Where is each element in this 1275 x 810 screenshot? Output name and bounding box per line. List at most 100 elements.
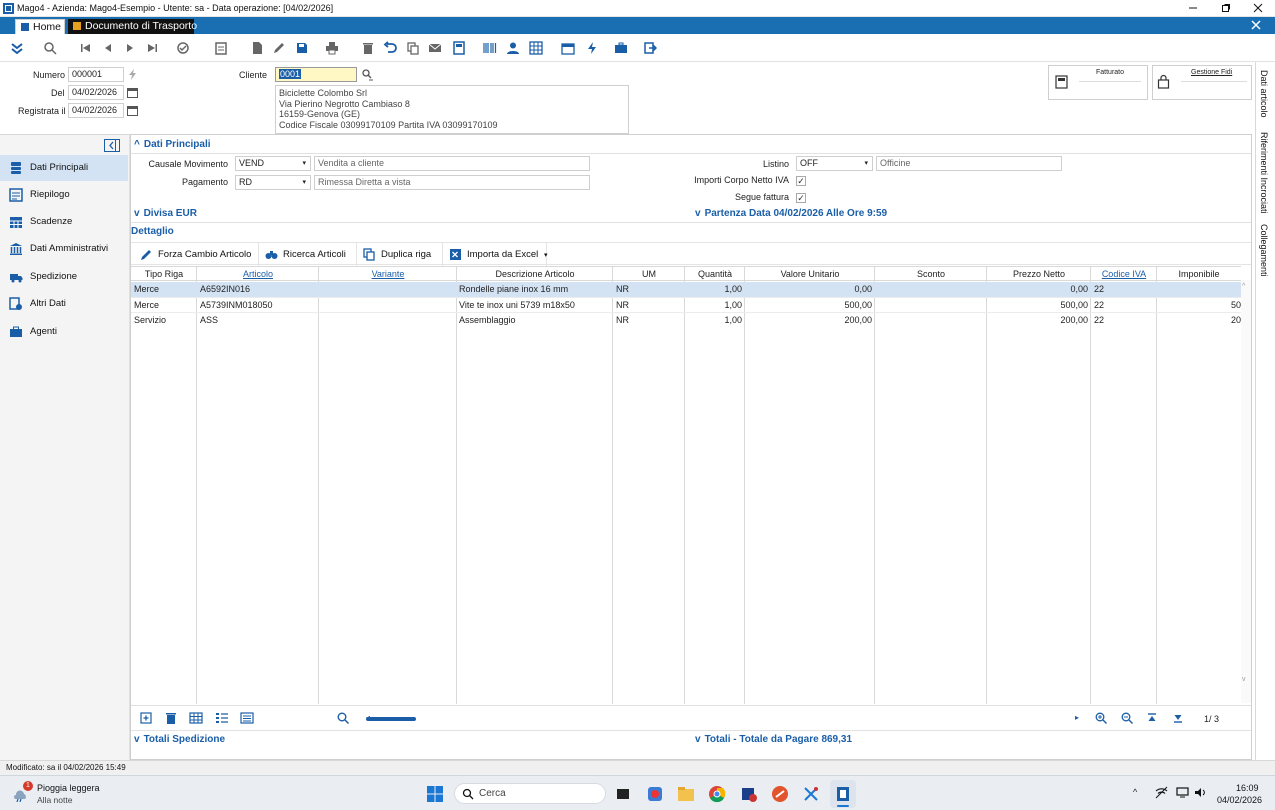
previous-record-icon[interactable]: [101, 41, 115, 55]
delete-row-icon[interactable]: [164, 711, 178, 725]
network-icon[interactable]: [1155, 786, 1168, 799]
column-header-codice-iva[interactable]: Codice IVA: [1091, 267, 1157, 281]
table-row[interactable]: Merce A5739INM018050 Vite te inox uni 57…: [131, 297, 1241, 312]
lightning-icon[interactable]: [585, 41, 599, 55]
column-header-prezzo-netto[interactable]: Prezzo Netto: [987, 267, 1091, 281]
save-icon[interactable]: [295, 41, 309, 55]
new-document-icon[interactable]: [250, 41, 264, 55]
close-icon[interactable]: [1253, 3, 1263, 13]
cliente-field[interactable]: 0001: [275, 67, 357, 82]
cliente-search-az-icon[interactable]: [361, 68, 374, 81]
numero-field[interactable]: 000001: [68, 67, 124, 82]
calculator-icon[interactable]: [452, 41, 466, 55]
grid-icon[interactable]: [529, 41, 543, 55]
sidebar-item-dati-amministrativi[interactable]: Dati Amministrativi: [0, 236, 128, 262]
dati-principali-section-header[interactable]: ^ Dati Principali: [134, 139, 211, 150]
horizontal-scroll-thumb[interactable]: [366, 717, 416, 721]
next-record-icon[interactable]: [123, 41, 137, 55]
sidebar-item-spedizione[interactable]: Spedizione: [0, 264, 128, 290]
grid-search-icon[interactable]: [336, 711, 350, 725]
scroll-down-icon[interactable]: v: [1242, 676, 1250, 684]
partenza-section-header[interactable]: v Partenza Data 04/02/2026 Alle Ore 9:59: [695, 208, 887, 219]
search-icon[interactable]: [43, 41, 57, 55]
collegamenti-tab[interactable]: Collegamenti: [1259, 224, 1269, 277]
sidebar-item-altri-dati[interactable]: Altri Dati: [0, 291, 128, 317]
fatturato-card[interactable]: Fatturato: [1048, 65, 1148, 100]
vertical-scrollbar[interactable]: ^ v: [1241, 280, 1251, 703]
last-page-icon[interactable]: [1171, 711, 1185, 725]
scroll-up-icon[interactable]: ^: [1242, 283, 1250, 291]
print-icon[interactable]: [325, 41, 339, 55]
totali-pagare-header[interactable]: v Totali - Totale da Pagare 869,31: [695, 734, 852, 745]
tab-documento-trasporto[interactable]: Documento di Trasporto: [68, 19, 197, 34]
clipboard-icon[interactable]: [214, 41, 228, 55]
zoom-in-icon[interactable]: [1094, 711, 1108, 725]
gestione-fidi-card[interactable]: Gestione Fidi: [1152, 65, 1252, 100]
calendar-icon[interactable]: [561, 41, 575, 55]
duplica-riga-button[interactable]: Duplica riga: [357, 243, 443, 266]
totali-spedizione-header[interactable]: v Totali Spedizione: [134, 734, 225, 745]
column-header-tipo-riga[interactable]: Tipo Riga: [131, 267, 197, 281]
detail-view-icon[interactable]: [240, 711, 254, 725]
registrata-calendar-icon[interactable]: [127, 105, 138, 116]
table-row[interactable]: Servizio ASS Assemblaggio NR 1,00 200,00…: [131, 312, 1241, 327]
first-record-icon[interactable]: [79, 41, 93, 55]
tools-icon[interactable]: [176, 41, 190, 55]
collapse-sidebar-icon[interactable]: [104, 139, 120, 152]
file-explorer-icon[interactable]: [677, 785, 695, 803]
column-header-um[interactable]: UM: [613, 267, 685, 281]
last-record-icon[interactable]: [145, 41, 159, 55]
windows-start-icon[interactable]: [426, 785, 444, 803]
column-header-valore-unitario[interactable]: Valore Unitario: [745, 267, 875, 281]
delete-icon[interactable]: [361, 41, 375, 55]
tab-home[interactable]: Home: [15, 19, 65, 34]
display-icon[interactable]: [1176, 786, 1189, 799]
task-view-icon[interactable]: [614, 785, 632, 803]
chrome-icon[interactable]: [708, 785, 726, 803]
collapse-menu-icon[interactable]: [10, 41, 24, 55]
registrata-date-field[interactable]: 04/02/2026: [68, 103, 124, 118]
taskbar-search-box[interactable]: Cerca: [454, 783, 606, 804]
mago4-taskbar-button[interactable]: [830, 780, 856, 808]
sidebar-item-dati-principali[interactable]: Dati Principali: [0, 155, 128, 181]
importa-da-excel-button[interactable]: Importa da Excel ▾: [443, 243, 547, 266]
first-page-icon[interactable]: [1145, 711, 1159, 725]
taskbar-sync-icon[interactable]: [771, 785, 789, 803]
pagamento-select[interactable]: RD ▾: [235, 175, 311, 190]
riferimenti-incrociati-tab[interactable]: Riferimenti Incrociati: [1259, 132, 1269, 214]
table-row[interactable]: Merce A6592IN016 Rondelle piane inox 16 …: [131, 282, 1241, 297]
column-header-articolo[interactable]: Articolo: [197, 267, 319, 281]
maximize-icon[interactable]: [1221, 3, 1231, 13]
dati-articolo-tab[interactable]: Dati articolo: [1259, 70, 1269, 118]
forza-cambio-articolo-button[interactable]: Forza Cambio Articolo: [134, 243, 259, 266]
tabbar-close-icon[interactable]: [1251, 20, 1261, 30]
user-icon[interactable]: [506, 41, 520, 55]
volume-icon[interactable]: [1194, 786, 1207, 799]
listino-select[interactable]: OFF ▾: [796, 156, 873, 171]
barcode-icon[interactable]: [483, 41, 497, 55]
sidebar-item-agenti[interactable]: Agenti: [0, 319, 128, 345]
taskbar-snip-icon[interactable]: [802, 785, 820, 803]
causale-select[interactable]: VEND ▾: [235, 156, 311, 171]
column-header-descrizione[interactable]: Descrizione Articolo: [457, 267, 613, 281]
scroll-right-icon[interactable]: ▸: [1075, 713, 1083, 723]
edit-icon[interactable]: [272, 41, 286, 55]
column-header-variante[interactable]: Variante: [319, 267, 457, 281]
add-row-icon[interactable]: [139, 711, 153, 725]
scroll-left-icon[interactable]: ◂: [366, 713, 372, 723]
divisa-section-header[interactable]: v Divisa EUR: [134, 208, 197, 219]
column-header-imponibile[interactable]: Imponibile: [1157, 267, 1241, 281]
zoom-out-icon[interactable]: [1120, 711, 1134, 725]
table-view-icon[interactable]: [189, 711, 203, 725]
column-header-sconto[interactable]: Sconto: [875, 267, 987, 281]
exit-icon[interactable]: [643, 41, 657, 55]
minimize-icon[interactable]: [1188, 3, 1198, 13]
taskbar-app-icon[interactable]: [646, 785, 664, 803]
ricerca-articoli-button[interactable]: Ricerca Articoli: [259, 243, 357, 266]
copy-icon[interactable]: [406, 41, 420, 55]
email-icon[interactable]: [428, 41, 442, 55]
taskbar-tools-icon[interactable]: [740, 785, 758, 803]
list-view-icon[interactable]: [215, 711, 229, 725]
sidebar-item-riepilogo[interactable]: Riepilogo: [0, 182, 128, 208]
del-date-field[interactable]: 04/02/2026: [68, 85, 124, 100]
